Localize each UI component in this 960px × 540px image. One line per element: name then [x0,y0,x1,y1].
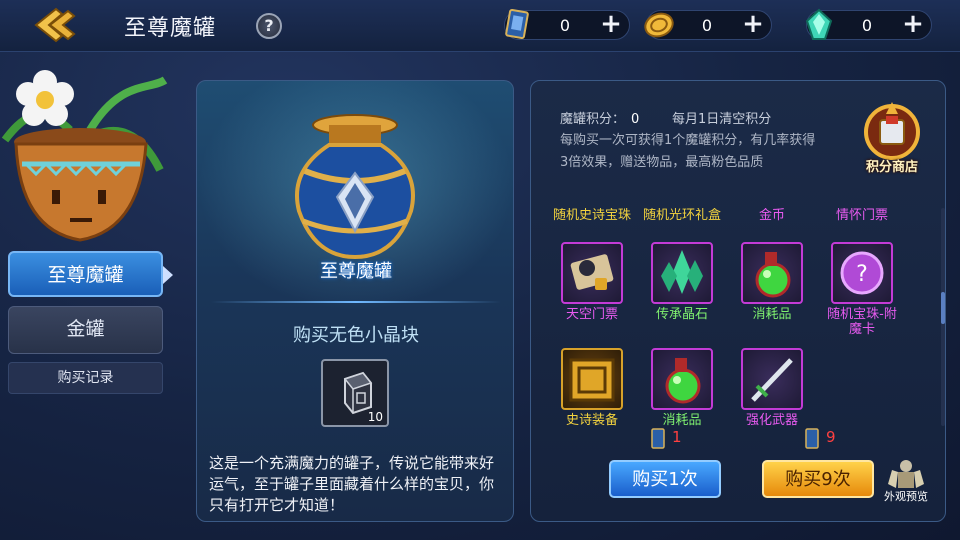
currency-coin: 0 + [644,10,772,40]
reward-item[interactable]: 天空门票 [552,242,632,322]
chest-icon [569,358,615,402]
jar-panel: 至尊魔罐 购买无色小晶块 10 这是一个充满魔力的罐子，传说它能带来好运气，至于… [196,80,514,522]
gem-icon [805,8,833,40]
buy-nine-button[interactable]: 购买9次 [762,460,874,498]
card-icon [651,428,665,449]
jar-name: 至尊魔罐 [320,261,392,282]
currency-card: 0 + [504,8,630,40]
shop-label: 积分商店 [865,160,918,175]
reward-item[interactable]: 史诗装备 [552,348,632,426]
potion-icon [755,252,791,298]
buy-once-button[interactable]: 购买1次 [609,460,721,498]
score-shop-button[interactable]: 积分商店 [852,98,932,182]
add-card-button[interactable]: + [599,11,623,39]
back-arrow-icon[interactable] [32,6,80,44]
magic-jar-icon [295,114,415,260]
tab-supreme-jar[interactable]: 至尊魔罐 [8,251,173,297]
score-label: 魔罐积分： [560,112,626,127]
reward-item[interactable]: 消耗品 [732,242,812,322]
reward-top-label: 随机光环礼盒 [642,208,721,223]
score-value: 0 [631,112,640,127]
reward-top-label: 随机史诗宝珠 [552,208,631,223]
crystal-block-item[interactable]: 10 [321,359,389,427]
jar-description: 这是一个充满魔力的罐子，传说它能带来好运气，至于罐子里面藏着什么样的宝贝，你只有… [209,454,495,514]
coin-icon [644,12,674,38]
score-rule: 每购买一次可获得1个魔罐积分，有几率获得3倍效果，赠送物品，最高粉色品质 [560,133,816,170]
preview-label: 外观预览 [884,490,928,503]
tab-gold-jar[interactable]: 金罐 [8,306,163,354]
appearance-preview-button[interactable]: 外观预览 [878,458,934,504]
gem-count: 0 [861,16,873,35]
card-count: 0 [559,16,571,35]
reward-item[interactable]: 传承晶石 [642,242,722,322]
top-bar: 至尊魔罐 ? 0 + 0 + 0 + [0,0,960,52]
sword-icon [751,358,793,402]
card-icon [505,8,529,40]
ticket-icon [570,254,614,290]
potion-icon [665,358,701,404]
coin-count: 0 [701,16,713,35]
orb-icon: ? [840,251,884,295]
svg-text:?: ? [856,262,868,287]
reward-scrollbar[interactable] [941,208,945,426]
item-count: 10 [367,410,383,424]
card-icon [805,428,819,449]
reward-item[interactable]: ? 随机宝珠-附魔卡 [822,242,902,337]
reward-top-label: 金币 [758,208,785,223]
reward-grid: 随机史诗宝珠 随机光环礼盒 金币 情怀门票 天空门票 传承晶石 消耗品 ? 随机… [548,208,940,426]
purchase-record-button[interactable]: 购买记录 [8,362,163,394]
reward-top-label: 情怀门票 [835,208,888,223]
add-coin-button[interactable]: + [741,11,765,39]
add-gem-button[interactable]: + [901,11,925,39]
reward-item[interactable]: 消耗品 [642,348,722,426]
armor-figure-icon [888,460,924,488]
jar-score: 魔罐积分： 0 [560,108,639,127]
buy-nine-cost: 9 [826,428,836,446]
divider [211,301,501,303]
help-icon[interactable]: ? [256,13,282,39]
buy-once-cost: 1 [672,428,682,446]
currency-gem: 0 + [805,8,932,40]
flower-pot-decoration [1,70,168,242]
reward-item[interactable]: 强化武器 [732,348,812,426]
crystal-icon [661,250,703,294]
buy-item-title: 购买无色小晶块 [293,325,419,346]
score-reset-note: 每月1日清空积分 [672,112,772,127]
page-title: 至尊魔罐 [124,16,217,41]
